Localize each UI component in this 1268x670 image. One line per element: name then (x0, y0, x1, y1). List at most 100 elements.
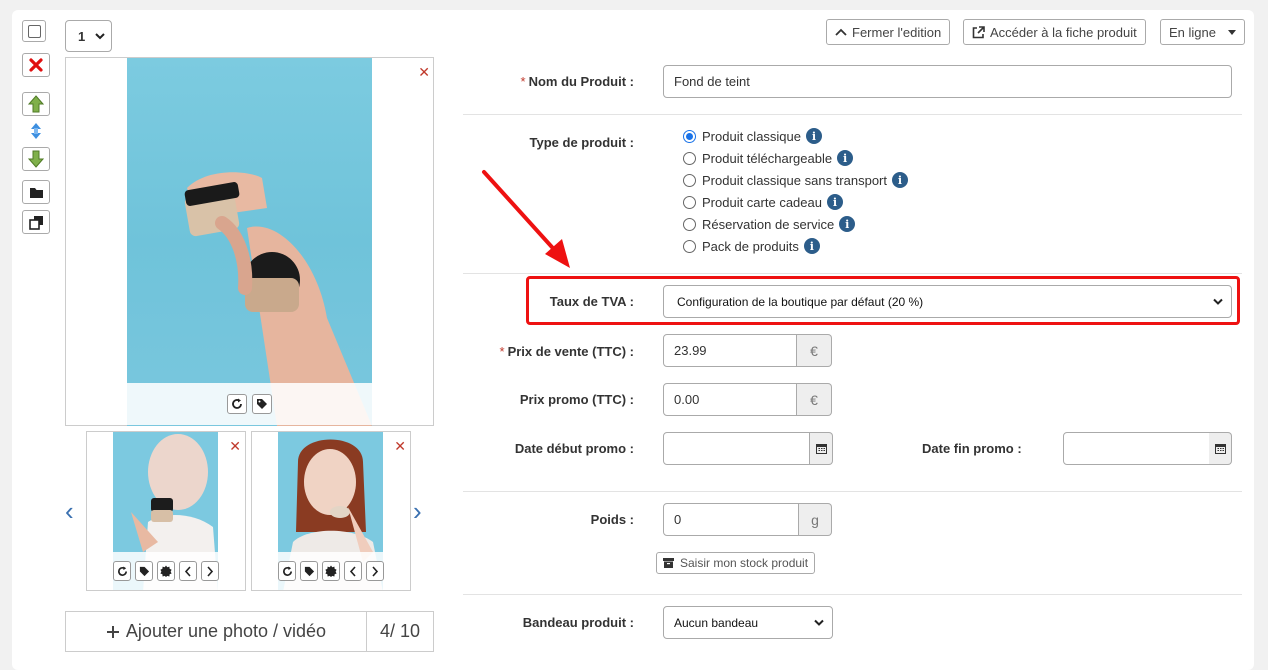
arrow-up-icon (28, 95, 44, 113)
badge-icon (160, 565, 172, 577)
add-photo-button[interactable]: Ajouter une photo / vidéo (66, 612, 367, 651)
rotate-button[interactable] (113, 561, 131, 581)
radio-pack-produits[interactable]: Pack de produits i (683, 238, 820, 254)
vat-select[interactable]: Configuration de la boutique par défaut … (663, 285, 1232, 318)
tag-button[interactable] (135, 561, 153, 581)
divider (463, 594, 1242, 595)
radio-produit-classique[interactable]: Produit classique i (683, 128, 822, 144)
banner-value: Aucun bandeau (674, 615, 759, 630)
tag-button[interactable] (252, 394, 272, 414)
tag-icon (257, 399, 267, 409)
radio-icon (683, 195, 696, 209)
move-up-button[interactable] (22, 92, 50, 116)
required-asterisk-icon: * (499, 344, 505, 359)
banner-label: Bandeau produit : (522, 615, 634, 630)
calendar-button[interactable] (810, 432, 833, 465)
info-icon[interactable]: i (839, 216, 856, 232)
weight-input[interactable]: 0 (663, 503, 799, 536)
delete-photo-icon[interactable]: ✕ (394, 439, 406, 453)
move-left-button[interactable] (179, 561, 197, 581)
chevron-right-icon (207, 565, 214, 577)
tag-button[interactable] (300, 561, 318, 581)
info-icon[interactable]: i (806, 128, 822, 144)
delete-photo-icon[interactable]: ✕ (229, 439, 241, 453)
move-between-button[interactable] (22, 120, 50, 142)
chevron-right-icon (372, 565, 379, 577)
product-name-input[interactable]: Fond de teint (663, 65, 1232, 98)
promo-start-input[interactable] (663, 432, 810, 465)
select-checkbox[interactable] (22, 20, 46, 42)
divider (463, 491, 1242, 492)
checkbox-icon (27, 24, 41, 38)
currency-addon: € (797, 334, 832, 367)
info-icon[interactable]: i (803, 238, 820, 254)
badge-icon (325, 565, 337, 577)
promo-end-input[interactable] (1063, 432, 1210, 465)
info-icon[interactable]: i (837, 150, 854, 166)
radio-produit-carte-cadeau[interactable]: Produit carte cadeau i (683, 194, 843, 210)
caret-down-icon (1227, 29, 1236, 35)
price-input[interactable]: 23.99 (663, 334, 797, 367)
info-icon[interactable]: i (826, 194, 843, 210)
duplicate-button[interactable] (22, 210, 50, 234)
vat-value: Configuration de la boutique par défaut … (677, 294, 924, 309)
arrow-down-icon (28, 150, 44, 168)
quantity-value: 1 (78, 28, 86, 44)
move-down-button[interactable] (22, 147, 50, 171)
status-dropdown[interactable]: En ligne (1160, 19, 1245, 45)
thumbnail-photo[interactable]: ✕ (251, 431, 411, 591)
rotate-icon (232, 398, 242, 409)
move-right-button[interactable] (366, 561, 384, 581)
weight-label: Poids : (590, 512, 634, 527)
rotate-button[interactable] (227, 394, 247, 414)
delete-product-button[interactable] (22, 53, 50, 77)
info-icon[interactable]: i (891, 172, 908, 188)
currency-addon: € (797, 383, 832, 416)
photo-count: 4/ 10 (379, 621, 421, 641)
radio-icon (683, 173, 696, 187)
photo-actions-bar (66, 383, 433, 425)
plus-icon (106, 625, 119, 638)
folder-icon (29, 187, 43, 198)
product-type-label: Type de produit : (529, 135, 634, 150)
radio-selected-icon (683, 129, 696, 143)
status-label: En ligne (1169, 24, 1216, 40)
chevron-left-icon[interactable]: ‹ (65, 498, 74, 524)
archive-icon (663, 558, 674, 568)
duplicate-icon (28, 215, 43, 230)
delete-photo-icon[interactable]: ✕ (418, 65, 430, 79)
radio-produit-telechargeable[interactable]: Produit téléchargeable i (683, 150, 854, 166)
calendar-icon (1214, 444, 1226, 454)
product-sheet-label: Accéder à la fiche produit (990, 24, 1137, 40)
calendar-button[interactable] (1209, 432, 1232, 465)
rotate-icon (117, 565, 127, 576)
chevron-up-icon (835, 28, 847, 36)
radio-produit-sans-transport[interactable]: Produit classique sans transport i (683, 172, 908, 188)
close-edit-button[interactable]: Fermer l'edition (826, 19, 951, 45)
stock-label: Saisir mon stock produit (680, 556, 809, 570)
radio-icon (683, 239, 696, 253)
rotate-button[interactable] (278, 561, 296, 581)
banner-select[interactable]: Aucun bandeau (663, 606, 833, 639)
main-product-photo[interactable]: ✕ (65, 57, 434, 426)
photo-actions-bar (87, 552, 245, 590)
required-asterisk-icon: * (520, 74, 526, 89)
thumbnail-photo[interactable]: ✕ (86, 431, 246, 591)
product-sheet-button[interactable]: Accéder à la fiche produit (963, 19, 1146, 45)
move-left-button[interactable] (344, 561, 362, 581)
price-label: * Prix de vente (TTC) : (499, 344, 634, 359)
calendar-icon (815, 444, 827, 454)
product-image (127, 58, 372, 426)
radio-icon (683, 217, 696, 231)
add-photo-bar: Ajouter une photo / vidéo 4/ 10 (65, 611, 434, 652)
badge-button[interactable] (157, 561, 175, 581)
folder-button[interactable] (22, 180, 50, 204)
promo-price-input[interactable]: 0.00 (663, 383, 797, 416)
radio-reservation-service[interactable]: Réservation de service i (683, 216, 856, 232)
stock-button[interactable]: Saisir mon stock produit (656, 552, 816, 574)
move-right-button[interactable] (201, 561, 219, 581)
badge-button[interactable] (322, 561, 340, 581)
quantity-select[interactable]: 1 (65, 20, 112, 52)
chevron-right-icon[interactable]: › (413, 498, 422, 524)
photo-actions-bar (252, 552, 410, 590)
